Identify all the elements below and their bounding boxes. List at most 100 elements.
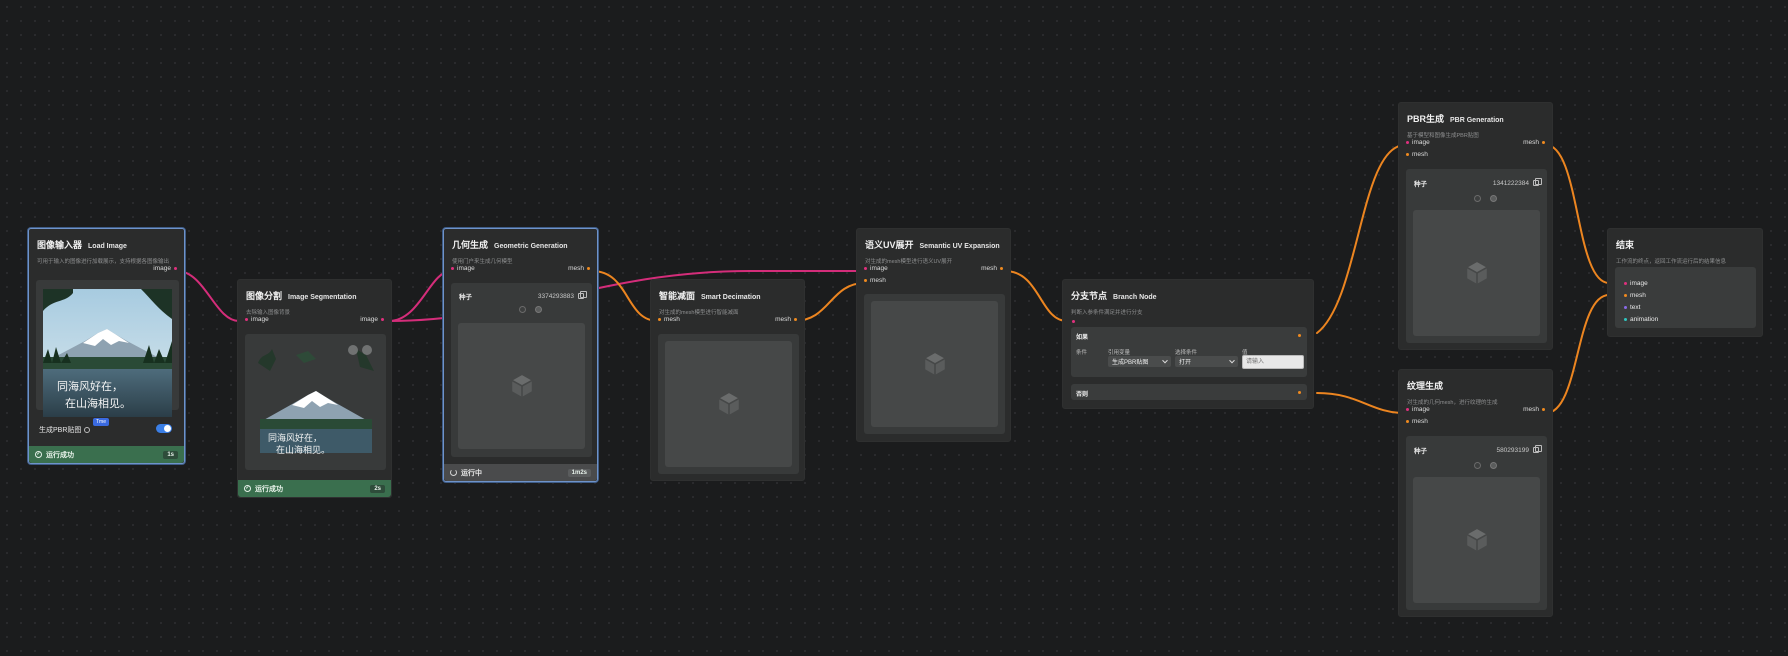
input-port-mesh[interactable]: mesh [1406,151,1428,158]
else-output-port[interactable] [1298,391,1301,394]
node-title-en: Load Image [88,243,127,250]
input-port-image[interactable]: image [1406,406,1430,413]
output-port-mesh[interactable]: mesh [1523,139,1545,146]
node-description: 对生成的mesh模型进行语义UV展开 [865,259,953,265]
node-title-zh: 结束 [1616,240,1635,250]
wire-if-to-pbr [1316,144,1406,334]
node-description: 对生成的mesh模型进行智能减面 [659,310,739,316]
output-port-image[interactable]: image [360,316,384,323]
radio-option-1[interactable] [519,306,526,313]
output-port-mesh[interactable]: mesh [775,316,797,323]
radio-option-1[interactable] [1474,462,1481,469]
download-icon[interactable] [362,345,372,355]
node-description: 基于模型和图像生成PBR贴图 [1407,133,1479,139]
chevron-down-icon [1162,357,1168,363]
radio-option-2[interactable] [535,306,542,313]
mesh-preview [458,323,585,449]
node-title-zh: 几何生成 [452,240,489,250]
status-bar: 运行中 1m2s [444,464,597,481]
node-pbr-generation[interactable]: PBR生成 PBR Generation 基于模型和图像生成PBR贴图 image… [1398,102,1553,350]
cube-icon [511,375,532,397]
node-texture-generation[interactable]: 纹理生成 对生成的几何mesh，进行纹理的生成 image mesh mesh … [1398,369,1553,617]
node-semantic-uv[interactable]: 语义UV展开 Semantic UV Expansion 对生成的mesh模型进行… [856,228,1011,442]
node-geometric-generation[interactable]: 几何生成 Geometric Generation 使用门户来生成几何模型 ima… [443,228,598,482]
chevron-down-icon [1229,357,1235,363]
node-branch[interactable]: 分支节点 Branch Node 判断入参条件满足并进行分支 如果 条件 引用变量… [1062,279,1314,409]
value-input[interactable] [1242,355,1304,369]
seed-row: 种子 3374293883 [459,291,587,301]
node-title-zh: 图像输入器 [37,240,83,250]
landscape-image[interactable]: 同海风好在， 在山海相见。 [43,289,172,417]
radio-option-1[interactable] [1474,195,1481,202]
radio-option-2[interactable] [1490,462,1497,469]
seed-mode-radios [1474,462,1497,469]
node-title-zh: 智能减面 [659,291,696,301]
input-port-image[interactable]: image [864,265,888,272]
input-port-image[interactable]: image [245,316,269,323]
check-circle-icon: ✓ [35,451,42,458]
output-port-mesh[interactable]: mesh [981,265,1003,272]
else-branch-box [1071,384,1307,400]
seed-row: 种子 1341222384 [1414,178,1542,188]
status-text: 运行成功 [46,451,74,459]
node-title-zh: 分支节点 [1071,291,1108,301]
node-title-zh: 语义UV展开 [865,240,914,250]
node-end[interactable]: 结束 工作流的终点，返回工作流运行后的结果信息 image mesh text … [1607,228,1763,337]
node-title-en: Branch Node [1113,294,1157,301]
node-description: 可用于输入的图像进行加载展示，支持根据各图像输出 [37,259,170,265]
wire-else-to-texture [1316,392,1406,414]
seed-value: 3374293883 [537,292,574,300]
time-badge: 1s [163,450,178,459]
node-image-segmentation[interactable]: 图像分割 Image Segmentation 去除输入图像背景 image im… [237,279,392,498]
wire-pbr-to-end [1545,144,1610,284]
output-item-animation: animation [1624,316,1658,323]
ref-variable-select[interactable]: 生成PBR贴图 [1108,356,1171,367]
input-port-image[interactable]: image [451,265,475,272]
seed-mode-radios [519,306,542,313]
wire-texture-to-end [1545,294,1610,414]
choose-condition-select[interactable]: 打开 [1175,356,1238,367]
cube-icon [1466,529,1487,551]
seed-label: 种子 [459,294,472,301]
svg-text:同海风好在，: 同海风好在， [57,379,123,393]
svg-text:在山海相见。: 在山海相见。 [65,396,131,410]
node-description: 使用门户来生成几何模型 [452,259,513,265]
seed-row: 种子 580293199 [1414,445,1542,455]
node-description: 判断入参条件满足并进行分支 [1071,310,1143,316]
output-port-mesh[interactable]: mesh [568,265,590,272]
input-port-mesh[interactable]: mesh [658,316,680,323]
node-load-image[interactable]: 图像输入器 Load Image 可用于输入的图像进行加载展示，支持根据各图像输出… [28,228,185,464]
node-description: 对生成的几何mesh，进行纹理的生成 [1407,400,1498,406]
wire-geo-to-dec [591,270,659,322]
copy-icon[interactable] [1533,178,1542,186]
seed-label: 种子 [1414,181,1427,188]
if-label: 如果 [1076,335,1089,341]
choose-condition-label: 选择条件 [1175,350,1198,356]
svg-text:在山海相见。: 在山海相见。 [276,444,330,455]
wire-seg-to-geo [388,270,452,322]
node-smart-decimation[interactable]: 智能减面 Smart Decimation 对生成的mesh模型进行智能减面 me… [650,279,805,481]
output-port-image[interactable]: image [153,265,177,272]
input-port-image[interactable]: image [1406,139,1430,146]
loading-spinner-icon [450,469,457,476]
info-icon[interactable] [84,427,91,433]
wire-uv-to-branch [1004,270,1068,322]
pbr-toggle-switch[interactable] [156,424,172,433]
svg-text:同海风好在，: 同海风好在， [268,432,322,444]
ref-variable-value: 生成PBR贴图 [1112,360,1149,366]
input-port-mesh[interactable]: mesh [864,277,886,284]
zoom-icon[interactable] [348,345,358,355]
input-port-mesh[interactable]: mesh [1406,418,1428,425]
status-bar: ✓ 运行成功 2s [238,480,391,497]
radio-option-2[interactable] [1490,195,1497,202]
output-port-mesh[interactable]: mesh [1523,406,1545,413]
copy-icon[interactable] [1533,445,1542,453]
input-port[interactable] [1072,320,1075,323]
segmented-image[interactable]: 同海风好在， 在山海相见。 [256,345,376,455]
if-output-port[interactable] [1298,334,1301,337]
node-description: 去除输入图像背景 [246,310,291,316]
pbr-label: 生成PBR贴图 [39,427,82,434]
mesh-preview [1413,477,1540,603]
time-badge: 1m2s [567,468,591,477]
copy-icon[interactable] [578,291,587,299]
